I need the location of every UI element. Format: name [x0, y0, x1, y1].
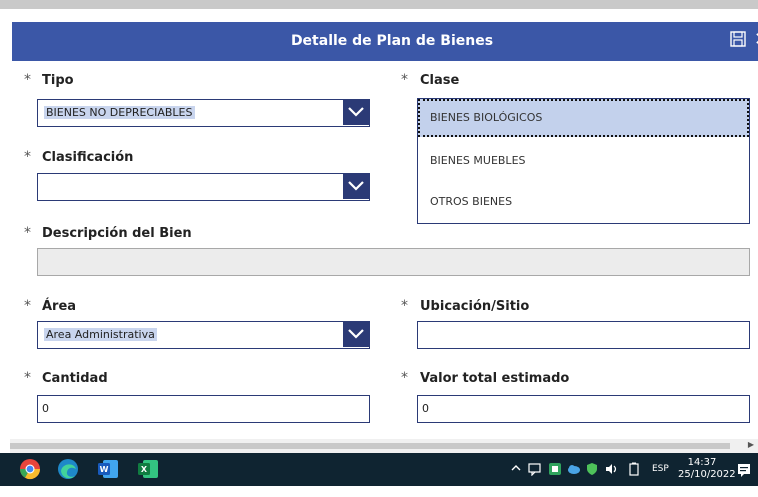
language-indicator[interactable]: ESP	[652, 464, 669, 497]
required-mark: *	[24, 225, 31, 241]
clasificacion-label: Clasificación	[42, 150, 134, 165]
excel-icon[interactable]: X	[136, 457, 160, 481]
clase-option-muebles[interactable]: BIENES MUEBLES	[418, 142, 749, 180]
shield-icon[interactable]	[585, 462, 599, 495]
form-title: Detalle de Plan de Bienes	[290, 33, 494, 49]
chat-icon[interactable]	[528, 462, 542, 495]
valor-field[interactable]	[417, 395, 750, 423]
cantidad-field[interactable]	[37, 395, 370, 423]
required-mark: *	[24, 298, 31, 314]
chrome-icon[interactable]	[18, 457, 42, 481]
tipo-dropdown[interactable]: BIENES NO DEPRECIABLES	[37, 99, 370, 127]
valor-input[interactable]	[422, 402, 720, 415]
chevron-down-icon[interactable]	[343, 322, 369, 347]
clock-date: 25/10/2022	[678, 469, 736, 480]
descripcion-field[interactable]	[37, 248, 750, 276]
scroll-right-icon[interactable]: ▶	[748, 440, 754, 449]
chevron-down-icon[interactable]	[343, 174, 369, 199]
svg-text:W: W	[100, 465, 109, 474]
required-mark: *	[401, 370, 408, 386]
word-icon[interactable]: W	[96, 457, 120, 481]
ubicacion-field[interactable]	[417, 321, 750, 349]
cantidad-label: Cantidad	[42, 371, 108, 386]
area-dropdown[interactable]: Area Administrativa	[37, 321, 370, 349]
ubicacion-label: Ubicación/Sitio	[420, 299, 530, 314]
close-icon[interactable]: ✕	[754, 29, 758, 51]
area-label: Área	[42, 299, 77, 314]
descripcion-input[interactable]	[42, 255, 682, 268]
taskbar: W X ESP 14:37 25/10/2022	[0, 453, 758, 486]
required-mark: *	[24, 370, 31, 386]
chevron-down-icon[interactable]	[343, 100, 369, 125]
notification-icon[interactable]	[736, 462, 752, 495]
volume-icon[interactable]	[604, 462, 620, 495]
descripcion-label: Descripción del Bien	[42, 226, 192, 241]
scrollbar-thumb[interactable]	[10, 443, 730, 449]
tipo-value: BIENES NO DEPRECIABLES	[44, 106, 195, 119]
clase-listbox[interactable]: BIENES BIOLÓGICOS BIENES MUEBLES OTROS B…	[417, 98, 750, 224]
cloud-icon[interactable]	[567, 463, 581, 496]
clasificacion-dropdown[interactable]	[37, 173, 370, 201]
battery-icon[interactable]	[628, 462, 640, 495]
area-value: Area Administrativa	[44, 328, 157, 341]
clase-option-biologicos[interactable]: BIENES BIOLÓGICOS	[418, 99, 749, 137]
required-mark: *	[401, 298, 408, 314]
valor-label: Valor total estimado	[420, 371, 570, 386]
clock[interactable]: 14:37 25/10/2022	[678, 457, 736, 481]
edge-icon[interactable]	[56, 457, 80, 481]
required-mark: *	[24, 149, 31, 165]
image-app-icon[interactable]	[548, 462, 562, 495]
ubicacion-input[interactable]	[422, 328, 720, 341]
required-mark: *	[24, 72, 31, 88]
svg-text:X: X	[141, 465, 148, 474]
tipo-label: Tipo	[42, 73, 74, 88]
cantidad-input[interactable]	[42, 402, 340, 415]
form-header: Detalle de Plan de Bienes ✕	[12, 22, 758, 61]
chevron-up-icon[interactable]	[510, 462, 522, 495]
window-top-strip	[0, 0, 758, 9]
horizontal-scrollbar[interactable]: ▶	[10, 439, 758, 453]
clase-option-otros[interactable]: OTROS BIENES	[418, 183, 749, 221]
clock-time: 14:37	[687, 457, 717, 468]
required-mark: *	[401, 72, 408, 88]
clase-label: Clase	[420, 73, 460, 88]
save-icon[interactable]	[730, 31, 746, 51]
